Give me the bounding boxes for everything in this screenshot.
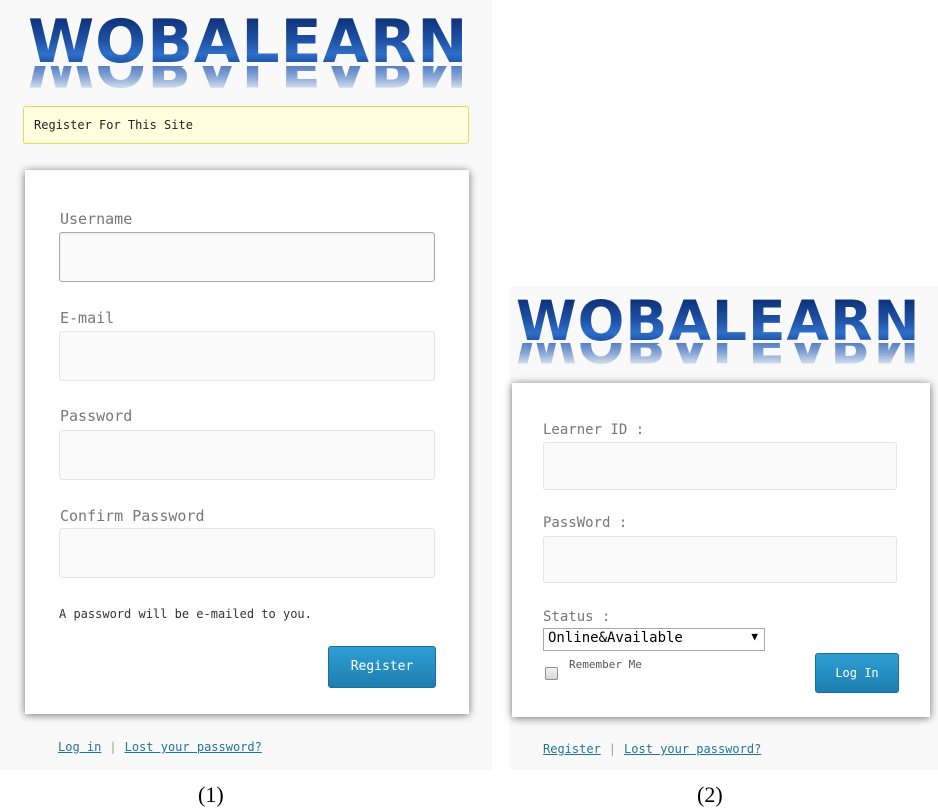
email-label: E-mail	[60, 309, 115, 327]
remember-me-label: Remember Me	[569, 658, 642, 671]
register-footer-links: Log in | Lost your password?	[58, 740, 262, 754]
logo-reflection: WOBALEARN	[516, 343, 936, 369]
link-separator: |	[608, 742, 617, 756]
password-email-note: A password will be e-mailed to you.	[59, 607, 312, 621]
register-button[interactable]: Register	[328, 646, 436, 688]
link-separator: |	[109, 740, 117, 754]
register-notice: Register For This Site	[23, 106, 469, 144]
learner-id-input[interactable]	[543, 442, 897, 490]
email-input[interactable]	[59, 331, 435, 381]
login-logo: WOBALEARN WOBALEARN	[516, 294, 936, 382]
register-logo: WOBALEARN WOBALEARN	[28, 12, 468, 104]
username-label: Username	[60, 210, 133, 228]
login-button[interactable]: Log In	[815, 653, 899, 693]
status-select[interactable]: Online&Available ▼	[543, 628, 765, 651]
register-link[interactable]: Register	[543, 742, 601, 756]
confirm-password-input[interactable]	[59, 528, 435, 578]
learner-id-label: Learner ID :	[543, 422, 645, 438]
confirm-password-label: Confirm Password	[60, 507, 205, 525]
logo-text: WOBALEARN	[516, 294, 936, 349]
lost-password-link[interactable]: Lost your password?	[624, 742, 761, 756]
password-input[interactable]	[59, 430, 435, 480]
logo-text: WOBALEARN	[28, 7, 469, 77]
password-label: Password	[60, 407, 133, 425]
status-label: Status :	[543, 609, 611, 625]
username-input[interactable]	[59, 232, 435, 282]
status-selected-value: Online&Available	[548, 630, 683, 646]
login-footer-links: Register | Lost your password?	[543, 742, 761, 756]
remember-me-checkbox[interactable]	[545, 667, 558, 680]
dropdown-arrow-icon: ▼	[751, 630, 758, 643]
login-link[interactable]: Log in	[58, 740, 101, 754]
password-label: PassWord :	[543, 515, 628, 531]
login-card: Learner ID : PassWord : Status : Online&…	[512, 383, 930, 717]
caption-1: (1)	[198, 782, 224, 807]
caption-2: (2)	[697, 782, 723, 807]
register-card: Username E-mail Password Confirm Passwor…	[25, 170, 469, 714]
password-input[interactable]	[543, 536, 897, 583]
logo-reflection: WOBALEARN	[28, 66, 468, 94]
lost-password-link[interactable]: Lost your password?	[125, 740, 262, 754]
